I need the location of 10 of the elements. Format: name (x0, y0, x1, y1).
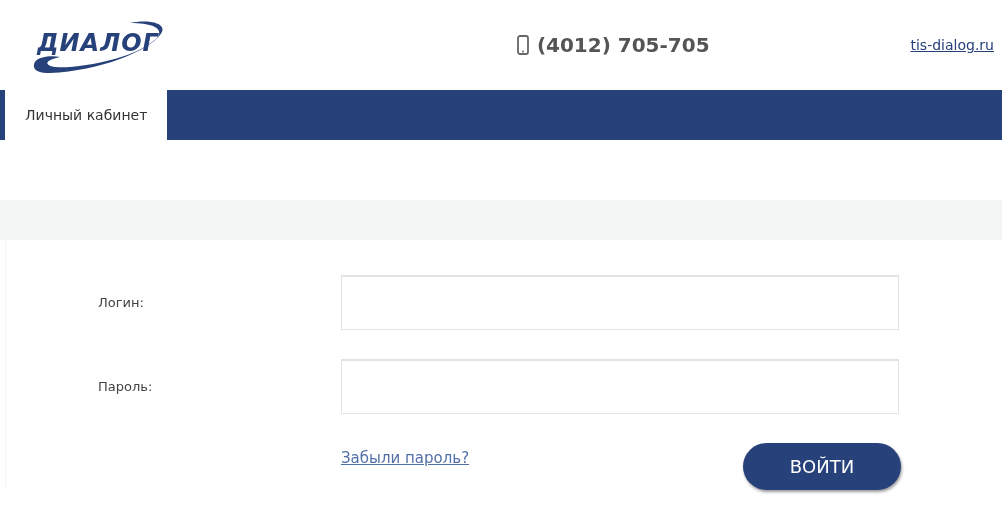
field-label: Логин: (97, 295, 145, 310)
input-field[interactable] (341, 359, 899, 414)
forgot-password-link[interactable]: Забыли пароль? (341, 448, 470, 467)
phone-icon (516, 35, 529, 55)
input-field[interactable] (341, 275, 899, 330)
field-label: Пароль: (97, 379, 154, 394)
login-button[interactable]: ВОЙТИ (743, 443, 901, 490)
nav-tab[interactable]: Личный кабинет (5, 90, 168, 140)
site-link[interactable]: tis-dialog.ru (910, 37, 994, 53)
phone-number: (4012) 705-705 (536, 33, 710, 57)
